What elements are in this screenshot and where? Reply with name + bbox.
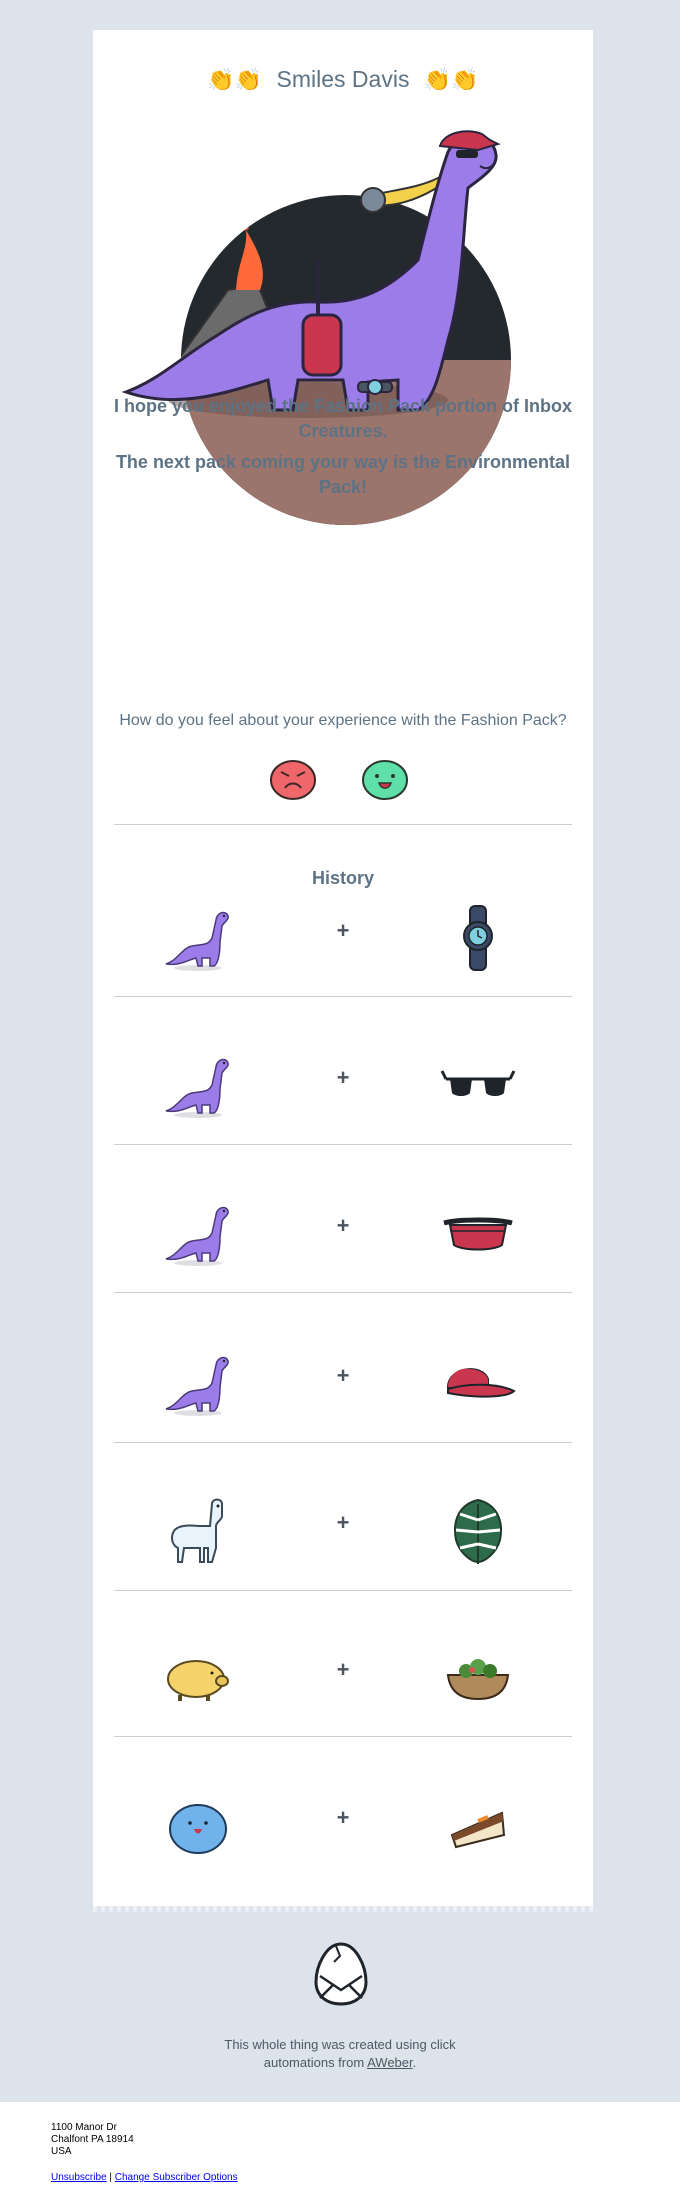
monstera-leaf-icon xyxy=(454,1498,502,1564)
unsubscribe-link[interactable]: Unsubscribe xyxy=(51,2172,107,2183)
blue-blob-icon xyxy=(169,1804,227,1854)
aweber-credit: This whole thing was created using click… xyxy=(190,2036,490,2072)
history-title: History xyxy=(311,868,374,888)
history-row: + xyxy=(93,1627,593,1727)
sunglasses-icon xyxy=(440,1070,516,1096)
history-row: + xyxy=(93,1035,593,1135)
history-row: + xyxy=(93,1333,593,1433)
footer-links: Unsubscribe | Change Subscriber Options xyxy=(51,2172,238,2183)
email-footer: 1100 Manor Dr Chalfont PA 18914 USA Unsu… xyxy=(0,2102,680,2197)
card-bottom-edge xyxy=(93,1906,593,1912)
plus-sign: + xyxy=(336,918,350,943)
fanny-pack-icon xyxy=(443,1217,513,1251)
history-row: + xyxy=(93,1183,593,1283)
plus-sign: + xyxy=(336,1363,350,1388)
history-row: + xyxy=(93,1480,593,1580)
wristwatch-icon xyxy=(463,905,493,971)
plus-sign: + xyxy=(336,1657,350,1682)
baseball-cap-icon xyxy=(446,1368,516,1398)
plus-sign: + xyxy=(336,1065,350,1090)
link-separator: | xyxy=(109,2172,112,2183)
llama-icon xyxy=(170,1498,223,1563)
aweber-egg-logo-icon xyxy=(314,1942,368,2006)
clapping-hands-icon: 👏👏 xyxy=(207,67,263,92)
subscriber-name: Smiles Davis xyxy=(276,66,410,92)
purple-dinosaur-icon xyxy=(165,1356,229,1417)
carrot-cake-slice-icon xyxy=(450,1811,506,1849)
section-divider xyxy=(114,824,572,825)
row-divider xyxy=(114,1144,572,1145)
plus-sign: + xyxy=(336,1510,350,1535)
salad-bowl-icon xyxy=(446,1659,510,1701)
enjoyed-pack-message: I hope you enjoyed the Fashion Pack port… xyxy=(113,396,573,441)
address-line: 1100 Manor Dr xyxy=(51,2122,117,2133)
address-line: USA xyxy=(51,2146,72,2157)
feedback-question: How do you feel about your experience wi… xyxy=(119,712,567,729)
change-subscriber-options-link[interactable]: Change Subscriber Options xyxy=(115,2172,238,2183)
history-row: + xyxy=(93,1775,593,1875)
plus-sign: + xyxy=(336,1805,350,1830)
plus-sign: + xyxy=(336,1213,350,1238)
clapping-hands-icon: 👏👏 xyxy=(423,67,479,92)
credit-text: This whole thing was created using click… xyxy=(224,2037,456,2070)
purple-dinosaur-icon xyxy=(165,1058,229,1119)
mailing-address: 1100 Manor Dr Chalfont PA 18914 USA xyxy=(51,2122,134,2158)
email-card: 👏👏 Smiles Davis 👏👏 I hope you enjoyed th… xyxy=(93,30,593,1910)
purple-dinosaur-icon xyxy=(165,911,229,972)
pig-icon xyxy=(167,1660,229,1701)
row-divider xyxy=(114,1736,572,1737)
aweber-link[interactable]: AWeber xyxy=(367,2055,413,2070)
address-line: Chalfont PA 18914 xyxy=(51,2134,134,2145)
happy-face-icon[interactable] xyxy=(359,750,411,802)
row-divider xyxy=(114,1442,572,1443)
next-pack-message: The next pack coming your way is the Env… xyxy=(115,452,571,497)
angry-face-icon[interactable] xyxy=(267,750,319,802)
greeting: 👏👏 Smiles Davis 👏👏 xyxy=(93,66,593,93)
purple-dinosaur-icon xyxy=(165,1206,229,1267)
row-divider xyxy=(114,1590,572,1591)
row-divider xyxy=(114,996,572,997)
credit-end: . xyxy=(412,2055,417,2070)
row-divider xyxy=(114,1292,572,1293)
history-row: + xyxy=(93,888,593,988)
